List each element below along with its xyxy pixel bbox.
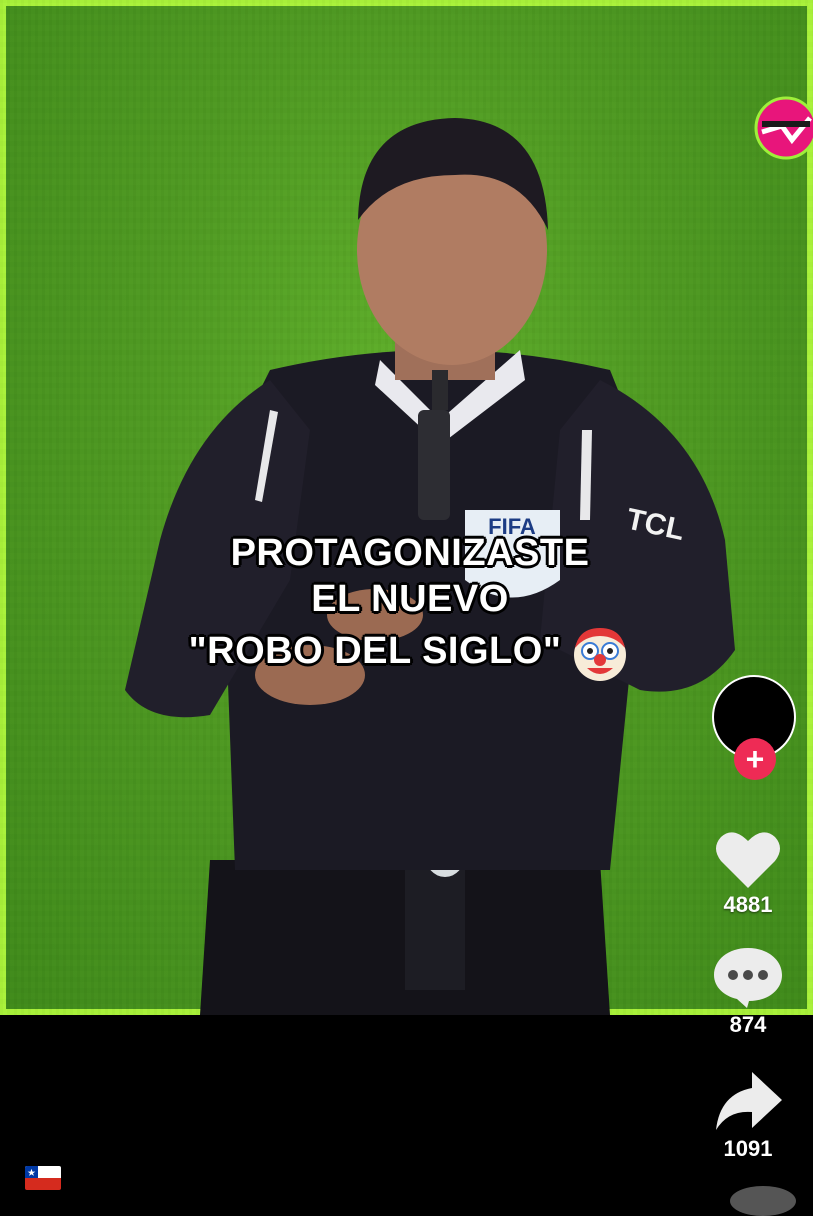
music-disc[interactable] xyxy=(730,1186,796,1216)
caption-line-1: PROTAGONIZASTE xyxy=(230,532,590,574)
bottom-panel xyxy=(0,1015,813,1200)
heart-icon xyxy=(716,832,780,888)
like-count: 4881 xyxy=(723,892,773,917)
comment-button[interactable]: 874 xyxy=(705,944,791,1038)
comment-count: 874 xyxy=(729,1012,767,1037)
like-button[interactable]: 4881 xyxy=(705,828,791,918)
caption-line-3: "ROBO DEL SIGLO" xyxy=(110,622,710,684)
chile-flag-icon xyxy=(25,1166,61,1190)
follow-button[interactable]: + xyxy=(734,738,776,780)
share-button[interactable]: 1091 xyxy=(705,1068,791,1162)
caption-line-2: EL NUEVO xyxy=(311,578,509,620)
referee-figure: FIFA TCL xyxy=(125,118,735,1015)
tvn-logo-icon xyxy=(754,96,813,160)
caption-line-3-text: "ROBO DEL SIGLO" xyxy=(188,630,562,673)
video-caption: PROTAGONIZASTE EL NUEVO "ROBO DEL SIGLO" xyxy=(110,530,710,684)
comment-icon xyxy=(714,948,782,1008)
clown-icon xyxy=(574,628,627,681)
share-count: 1091 xyxy=(723,1136,773,1161)
video-frame[interactable]: FIFA TCL PROTAGONIZASTE EL NUEVO "ROBO D… xyxy=(0,0,813,1015)
share-arrow-icon xyxy=(716,1072,782,1130)
